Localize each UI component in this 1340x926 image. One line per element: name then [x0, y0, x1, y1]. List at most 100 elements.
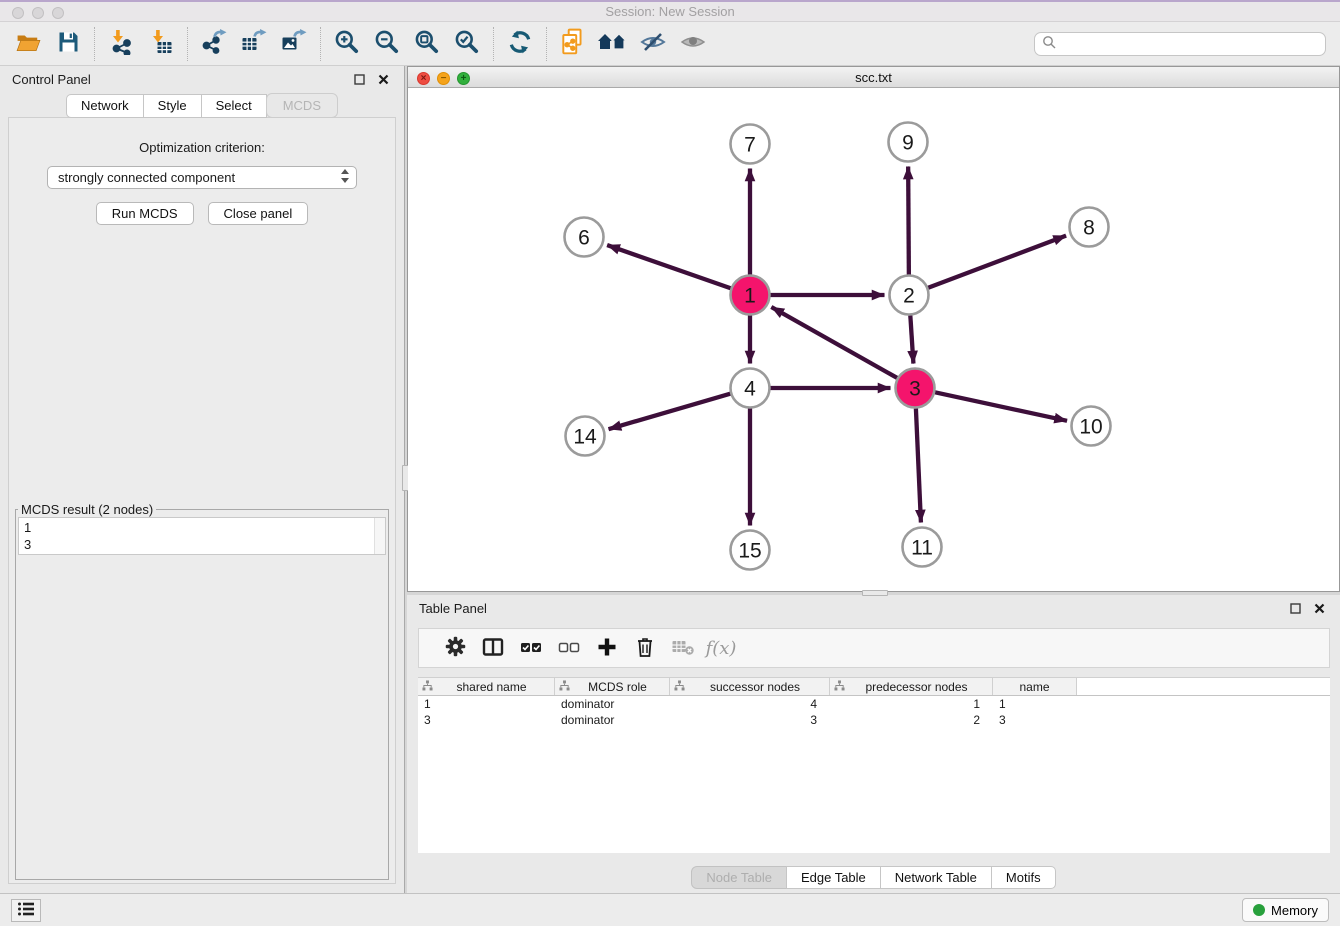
tab-select[interactable]: Select	[201, 94, 267, 118]
zoom-in-button[interactable]	[327, 25, 367, 63]
add-column-button[interactable]	[588, 631, 626, 665]
delete-column-button[interactable]	[626, 631, 664, 665]
export-image-button[interactable]	[274, 25, 314, 63]
graph-node-3[interactable]: 3	[896, 369, 935, 408]
cell-name[interactable]: 1	[993, 696, 1077, 712]
deselect-all-button[interactable]	[550, 631, 588, 665]
eye-slash-icon	[639, 30, 667, 57]
graph-node-1[interactable]: 1	[731, 276, 770, 315]
export-table-button[interactable]	[234, 25, 274, 63]
search-field[interactable]	[1034, 32, 1326, 56]
graph-node-11[interactable]: 11	[903, 528, 942, 567]
import-network-button[interactable]	[101, 25, 141, 63]
graph-node-2[interactable]: 2	[890, 276, 929, 315]
graph-node-4[interactable]: 4	[731, 369, 770, 408]
select-all-button[interactable]	[512, 631, 550, 665]
open-session-button[interactable]	[8, 25, 48, 63]
cell-predecessor-nodes[interactable]: 1	[830, 696, 993, 712]
task-history-button[interactable]	[11, 899, 41, 922]
cell-mcds-role[interactable]: dominator	[555, 696, 670, 712]
cell-shared-name[interactable]: 1	[418, 696, 555, 712]
table-tab-network-table[interactable]: Network Table	[880, 866, 992, 889]
column-header-successor-nodes[interactable]: successor nodes	[670, 678, 830, 695]
minimize-network-button[interactable]: −	[437, 72, 450, 85]
graph-edge-2-3[interactable]	[910, 315, 913, 363]
network-canvas[interactable]: 7 9 6 8 1 2 4 3 14 10 15 11	[408, 88, 1339, 591]
table-settings-button[interactable]	[436, 631, 474, 665]
graph-node-6[interactable]: 6	[565, 218, 604, 257]
cell-mcds-role[interactable]: dominator	[555, 712, 670, 728]
column-header-shared-name[interactable]: shared name	[418, 678, 555, 695]
graph-node-15[interactable]: 15	[731, 531, 770, 570]
function-builder-button[interactable]: f(x)	[702, 631, 740, 665]
export-network-button[interactable]	[194, 25, 234, 63]
split-columns-button[interactable]	[474, 631, 512, 665]
maximize-network-button[interactable]: +	[457, 72, 470, 85]
table-tab-motifs[interactable]: Motifs	[991, 866, 1056, 889]
tab-style[interactable]: Style	[143, 94, 202, 118]
close-panel-button[interactable]: Close panel	[208, 202, 309, 225]
close-app-button[interactable]	[12, 7, 24, 19]
float-panel-icon[interactable]	[350, 71, 368, 87]
zoom-selected-button[interactable]	[447, 25, 487, 63]
column-header-mcds-role[interactable]: MCDS role	[555, 678, 670, 695]
table-tab-node-table[interactable]: Node Table	[691, 866, 787, 889]
column-type-icon	[674, 680, 685, 694]
run-mcds-button[interactable]: Run MCDS	[96, 202, 194, 225]
table-tab-edge-table[interactable]: Edge Table	[786, 866, 881, 889]
window-controls[interactable]	[12, 7, 64, 19]
close-network-button[interactable]: ×	[417, 72, 430, 85]
memory-button[interactable]: Memory	[1242, 898, 1329, 922]
mcds-result-box[interactable]: 13	[18, 517, 386, 555]
cell-shared-name[interactable]: 3	[418, 712, 555, 728]
column-header-name[interactable]: name	[993, 678, 1077, 695]
float-panel-icon[interactable]	[1286, 600, 1304, 616]
cell-successor-nodes[interactable]: 4	[670, 696, 830, 712]
column-header-predecessor-nodes[interactable]: predecessor nodes	[830, 678, 993, 695]
zoom-fit-button[interactable]	[407, 25, 447, 63]
table-row[interactable]: 3dominator323	[418, 712, 1330, 728]
import-table-button[interactable]	[141, 25, 181, 63]
graph-node-7[interactable]: 7	[731, 125, 770, 164]
graph-node-9[interactable]: 9	[889, 123, 928, 162]
cell-name[interactable]: 3	[993, 712, 1077, 728]
graph-edge-3-11[interactable]	[916, 408, 921, 522]
network-window-titlebar[interactable]: × − + scc.txt	[408, 67, 1339, 88]
show-all-button[interactable]	[673, 25, 713, 63]
cell-predecessor-nodes[interactable]: 2	[830, 712, 993, 728]
hide-selected-button[interactable]	[633, 25, 673, 63]
graph-node-14[interactable]: 14	[566, 417, 605, 456]
result-scrollbar[interactable]	[374, 518, 385, 554]
cell-successor-nodes[interactable]: 3	[670, 712, 830, 728]
save-session-button[interactable]	[48, 25, 88, 63]
graph-edge-3-10[interactable]	[935, 392, 1067, 421]
graph-edge-4-14[interactable]	[609, 394, 731, 429]
search-input[interactable]	[1061, 36, 1318, 51]
control-panel-header: Control Panel	[0, 66, 404, 92]
network-graph[interactable]: 7 9 6 8 1 2 4 3 14 10 15 11	[408, 88, 1339, 588]
minimize-app-button[interactable]	[32, 7, 44, 19]
home-views-button[interactable]	[593, 25, 633, 63]
graph-edge-2-9[interactable]	[908, 166, 909, 274]
graph-node-10[interactable]: 10	[1072, 407, 1111, 446]
delete-table-button[interactable]	[664, 631, 702, 665]
tab-mcds[interactable]: MCDS	[266, 93, 338, 118]
graph-edge-1-6[interactable]	[607, 245, 731, 288]
table-row[interactable]: 1dominator411	[418, 696, 1330, 712]
splitter-grip[interactable]	[862, 590, 888, 596]
horizontal-splitter[interactable]	[407, 592, 1340, 595]
network-view-window: × − + scc.txt 7 9 6 8 1 2 4 3 14 10 15 11	[407, 66, 1340, 592]
close-panel-icon[interactable]	[374, 71, 392, 87]
refresh-button[interactable]	[500, 25, 540, 63]
zoom-in-icon	[334, 29, 360, 58]
vertical-splitter[interactable]	[404, 66, 407, 893]
zoom-app-button[interactable]	[52, 7, 64, 19]
tab-network[interactable]: Network	[66, 94, 144, 118]
zoom-out-button[interactable]	[367, 25, 407, 63]
graph-edge-2-8[interactable]	[928, 236, 1066, 288]
close-panel-icon[interactable]	[1310, 600, 1328, 616]
graph-node-8[interactable]: 8	[1070, 208, 1109, 247]
network-file-button[interactable]	[553, 25, 593, 63]
criterion-select[interactable]: strongly connected component	[47, 166, 357, 189]
graph-edge-3-1[interactable]	[771, 307, 897, 378]
